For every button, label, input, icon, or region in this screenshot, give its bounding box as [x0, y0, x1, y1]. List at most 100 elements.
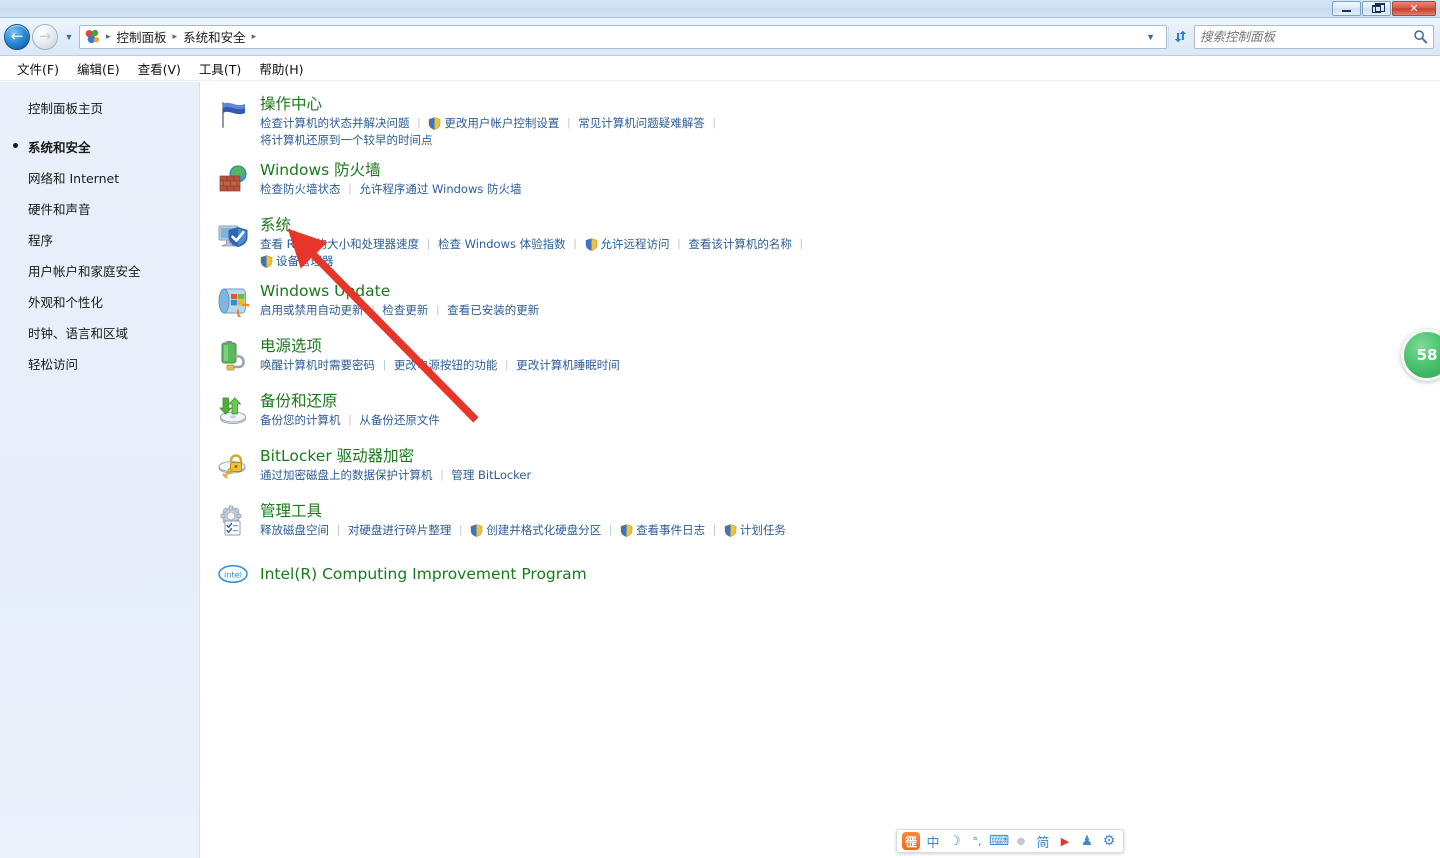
- back-button[interactable]: ←: [4, 23, 30, 50]
- sidebar-item-network-and-internet[interactable]: 网络和 Internet: [0, 162, 199, 193]
- link-label: 更改用户帐户控制设置: [444, 116, 560, 130]
- category-links-administrative-tools: 释放磁盘空间 | 对硬盘进行碎片整理 | 创建并格式化硬盘分区 | 查看事件日志: [260, 522, 900, 539]
- category-title-backup-and-restore[interactable]: 备份和还原: [260, 391, 338, 411]
- menu-help[interactable]: 帮助(H): [250, 57, 312, 80]
- breadcrumb-sep-1[interactable]: ▸: [171, 31, 180, 42]
- category-title-windows-firewall[interactable]: Windows 防火墙: [260, 160, 381, 180]
- category-title-system[interactable]: 系统: [260, 215, 291, 235]
- sogou-logo-icon[interactable]: 徰: [901, 831, 921, 851]
- chinese-mode-icon[interactable]: 中: [923, 831, 943, 851]
- shield-icon: [260, 255, 273, 268]
- close-button[interactable]: ✕: [1392, 1, 1436, 16]
- shield-icon: [428, 117, 441, 130]
- search-input[interactable]: [1200, 29, 1413, 44]
- sidebar-item-system-and-security[interactable]: 系统和安全: [0, 131, 199, 162]
- search-icon[interactable]: [1413, 29, 1428, 44]
- link-require-password-on-wakeup[interactable]: 唤醒计算机时需要密码: [260, 357, 375, 374]
- link-view-ram-and-processor[interactable]: 查看 RAM 的大小和处理器速度: [260, 236, 419, 253]
- link-check-firewall-status[interactable]: 检查防火墙状态: [260, 181, 341, 198]
- simplified-chinese-icon[interactable]: 简: [1033, 831, 1053, 851]
- menu-tools[interactable]: 工具(T): [190, 57, 250, 80]
- sidebar-item-appearance[interactable]: 外观和个性化: [0, 286, 199, 317]
- category-title-administrative-tools[interactable]: 管理工具: [260, 501, 322, 521]
- update-icon: [217, 285, 254, 321]
- sidebar: 控制面板主页 系统和安全 网络和 Internet 硬件和声音 程序 用户帐户和…: [0, 82, 200, 858]
- breadcrumb[interactable]: ▸ 控制面板 ▸ 系统和安全 ▸ ▼: [79, 24, 1167, 49]
- link-backup-your-computer[interactable]: 备份您的计算机: [260, 412, 341, 429]
- link-view-installed-updates[interactable]: 查看已安装的更新: [447, 302, 539, 319]
- link-allow-program-through-firewall[interactable]: 允许程序通过 Windows 防火墙: [359, 181, 521, 198]
- link-turn-automatic-updating-on-off[interactable]: 启用或禁用自动更新: [260, 302, 364, 319]
- skin-icon[interactable]: ♟: [1077, 831, 1097, 851]
- video-icon[interactable]: ▶: [1055, 831, 1075, 851]
- refresh-button[interactable]: [1168, 25, 1192, 48]
- breadcrumb-item-0[interactable]: 控制面板: [113, 26, 171, 47]
- system-icon: [217, 219, 249, 251]
- soft-keyboard-icon[interactable]: ⌨: [989, 831, 1009, 851]
- menu-view[interactable]: 查看(V): [129, 57, 190, 80]
- category-links-action-center: 检查计算机的状态并解决问题 | 更改用户帐户控制设置 | 常见计算机问题疑难解答…: [260, 115, 880, 149]
- link-change-sleep-time[interactable]: 更改计算机睡眠时间: [516, 357, 620, 374]
- link-troubleshoot[interactable]: 常见计算机问题疑难解答: [578, 115, 705, 132]
- shield-icon: [724, 524, 737, 537]
- category-windows-firewall: Windows 防火墙 检查防火墙状态 | 允许程序通过 Windows 防火墙: [200, 160, 1440, 204]
- link-change-uac-settings[interactable]: 更改用户帐户控制设置: [428, 115, 559, 132]
- gear-checklist-icon: [217, 505, 249, 537]
- link-device-manager[interactable]: 设备管理器: [260, 253, 334, 270]
- link-separator: |: [383, 359, 386, 371]
- sidebar-item-clock-language-region[interactable]: 时钟、语言和区域: [0, 317, 199, 348]
- link-label: 创建并格式化硬盘分区: [486, 523, 602, 537]
- link-check-status[interactable]: 检查计算机的状态并解决问题: [260, 115, 410, 132]
- category-list: 操作中心 检查计算机的状态并解决问题 | 更改用户帐户控制设置 | 常见计算机问…: [200, 82, 1440, 858]
- restore-button[interactable]: [1362, 1, 1391, 16]
- address-bar: ← → ▼ ▸ 控制面板 ▸ 系统和安全 ▸ ▼: [0, 18, 1440, 56]
- link-system-restore[interactable]: 将计算机还原到一个较早的时间点: [260, 132, 433, 149]
- link-defragment-hard-drive[interactable]: 对硬盘进行碎片整理: [348, 522, 452, 539]
- link-check-for-updates[interactable]: 检查更新: [382, 302, 428, 319]
- category-title-power-options[interactable]: 电源选项: [260, 336, 322, 356]
- link-manage-bitlocker[interactable]: 管理 BitLocker: [451, 467, 531, 484]
- link-restore-files-from-backup[interactable]: 从备份还原文件: [359, 412, 440, 429]
- link-separator: |: [371, 304, 375, 316]
- sidebar-item-ease-of-access[interactable]: 轻松访问: [0, 348, 199, 379]
- link-separator: |: [713, 524, 716, 536]
- sidebar-item-hardware-and-sound[interactable]: 硬件和声音: [0, 193, 199, 224]
- menu-file[interactable]: 文件(F): [8, 57, 68, 80]
- breadcrumb-dropdown-button[interactable]: ▼: [1139, 32, 1162, 42]
- category-title-intel-program[interactable]: Intel(R) Computing Improvement Program: [260, 561, 587, 587]
- menu-edit[interactable]: 编辑(E): [68, 57, 129, 80]
- lock-keys-icon: [217, 450, 249, 482]
- moon-icon[interactable]: ☽: [945, 831, 965, 851]
- link-view-computer-name[interactable]: 查看该计算机的名称: [688, 236, 792, 253]
- forward-button[interactable]: →: [32, 23, 58, 50]
- recent-locations-button[interactable]: ▼: [61, 32, 77, 42]
- settings-gear-icon[interactable]: ⚙: [1099, 831, 1119, 851]
- sidebar-item-control-panel-home[interactable]: 控制面板主页: [0, 93, 199, 122]
- punctuation-icon[interactable]: °,: [967, 831, 987, 851]
- breadcrumb-item-1[interactable]: 系统和安全: [179, 26, 250, 47]
- link-separator: |: [348, 414, 352, 426]
- link-schedule-tasks[interactable]: 计划任务: [724, 522, 786, 539]
- breadcrumb-sep-2[interactable]: ▸: [250, 31, 259, 42]
- battery-icon: [217, 340, 249, 372]
- category-title-windows-update[interactable]: Windows Update: [260, 281, 390, 301]
- category-title-bitlocker[interactable]: BitLocker 驱动器加密: [260, 446, 414, 466]
- search-box[interactable]: [1194, 24, 1434, 49]
- link-allow-remote-access[interactable]: 允许远程访问: [585, 236, 670, 253]
- restore-icon: [1372, 2, 1385, 13]
- minimize-button[interactable]: [1332, 1, 1361, 16]
- link-separator: |: [505, 359, 509, 371]
- user-icon[interactable]: ●: [1011, 831, 1031, 851]
- category-links-bitlocker: 通过加密磁盘上的数据保护计算机 | 管理 BitLocker: [260, 467, 880, 484]
- link-free-up-disk-space[interactable]: 释放磁盘空间: [260, 522, 329, 539]
- sidebar-item-programs[interactable]: 程序: [0, 224, 199, 255]
- link-view-event-logs[interactable]: 查看事件日志: [620, 522, 705, 539]
- link-check-windows-experience-index[interactable]: 检查 Windows 体验指数: [438, 236, 566, 253]
- link-create-and-format-partitions[interactable]: 创建并格式化硬盘分区: [470, 522, 601, 539]
- link-change-power-button-function[interactable]: 更改电源按钮的功能: [394, 357, 498, 374]
- link-separator: |: [609, 524, 613, 536]
- category-title-action-center[interactable]: 操作中心: [260, 94, 322, 114]
- sidebar-item-user-accounts[interactable]: 用户帐户和家庭安全: [0, 255, 199, 286]
- link-protect-computer-by-encrypting-disk[interactable]: 通过加密磁盘上的数据保护计算机: [260, 467, 433, 484]
- menu-bar: 文件(F) 编辑(E) 查看(V) 工具(T) 帮助(H): [0, 57, 1440, 81]
